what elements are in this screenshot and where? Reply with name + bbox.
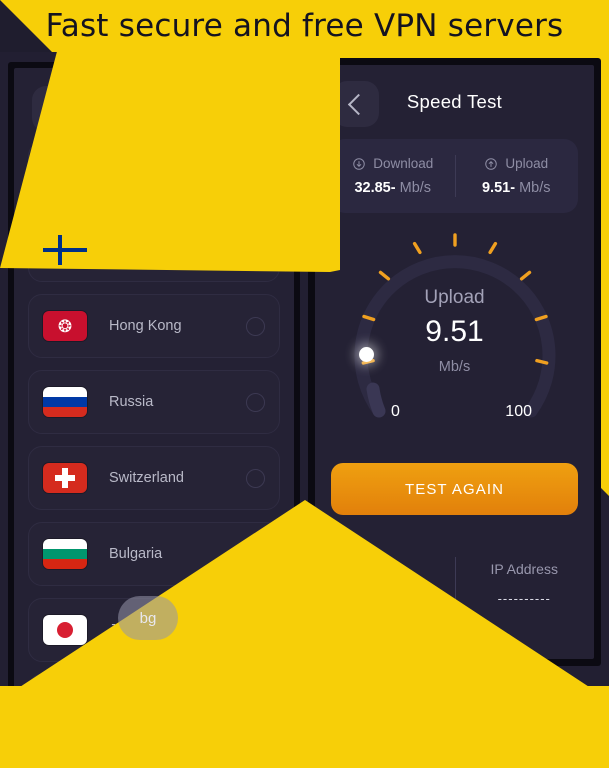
arrow-down-circle-icon — [353, 157, 365, 170]
footer-right: IP Address ---------- — [455, 561, 595, 606]
download-summary: Download 32.85- Mb/s — [331, 156, 455, 196]
gauge-label: Upload — [424, 287, 485, 308]
server-radio[interactable] — [246, 468, 265, 488]
summary-divider — [454, 155, 456, 197]
list-item[interactable]: ❂ Hong Kong — [28, 294, 280, 358]
test-again-button[interactable]: TEST AGAIN — [331, 463, 578, 515]
flag-russia-icon — [43, 387, 87, 417]
list-item[interactable]: Switzerland — [28, 446, 280, 510]
ip-address-label: IP Address — [490, 561, 558, 577]
server-radio[interactable] — [246, 316, 265, 336]
download-label-row: Download — [352, 156, 433, 171]
server-name: Switzerland — [109, 470, 184, 486]
flag-bulgaria-icon — [43, 539, 87, 569]
speed-summary-card: Download 32.85- Mb/s Upload 9.51- Mb/s — [331, 139, 578, 213]
locale-badge: bg — [118, 596, 178, 640]
poster-stage: Fast secure and free VPN servers S — [0, 0, 609, 768]
download-value: 32.85- — [354, 180, 396, 196]
ip-address-value: ---------- — [497, 591, 551, 606]
download-value-row: 32.85- Mb/s — [354, 180, 431, 196]
flag-switzerland-icon — [43, 463, 87, 493]
upload-label: Upload — [505, 156, 549, 171]
server-radio[interactable] — [246, 392, 265, 412]
list-item[interactable]: Russia — [28, 370, 280, 434]
upload-unit: Mb/s — [519, 180, 551, 196]
upload-value-row: 9.51- Mb/s — [482, 180, 551, 196]
flag-hongkong-icon: ❂ — [43, 311, 87, 341]
upload-value: 9.51- — [481, 180, 516, 196]
download-unit: Mb/s — [399, 180, 432, 196]
gauge-knob[interactable] — [359, 347, 374, 362]
gauge-max-label: 100 — [505, 403, 532, 420]
gauge-min-label: 0 — [391, 403, 400, 420]
gauge-unit: Mb/s — [438, 359, 471, 375]
download-label: Download — [373, 156, 434, 171]
server-name: Hong Kong — [109, 318, 182, 334]
server-name: Russia — [109, 394, 154, 410]
speed-test-header: Speed Test — [315, 65, 594, 135]
arrow-up-circle-icon — [485, 157, 498, 170]
screen-title: Speed Test — [406, 91, 503, 112]
speed-gauge: Upload 9.51 Mb/s 0 100 — [315, 217, 594, 457]
yellow-strip-bottom — [0, 686, 609, 768]
upload-summary: Upload 9.51- Mb/s — [455, 156, 579, 196]
upload-label-row: Upload — [484, 156, 548, 171]
flag-japan-icon — [43, 615, 87, 645]
gauge-value: 9.51 — [425, 315, 484, 348]
